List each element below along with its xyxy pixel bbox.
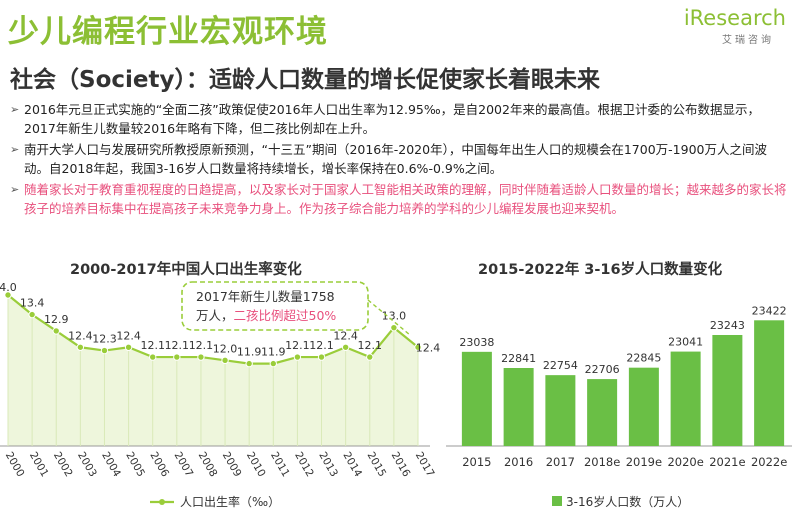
bar (545, 375, 576, 446)
data-label: 13.4 (20, 297, 45, 310)
data-point (221, 356, 229, 365)
x-tick-label: 2006 (147, 450, 171, 479)
data-label: 12.1 (165, 339, 190, 352)
data-point (197, 353, 205, 361)
data-label: 12.3 (92, 333, 117, 346)
bar-category-label: 2015 (462, 455, 491, 469)
x-tick-label: 2004 (99, 450, 123, 479)
bar-value-label: 23422 (752, 304, 787, 317)
data-point (293, 353, 302, 361)
bar-value-label: 23041 (668, 336, 703, 349)
data-point (52, 327, 60, 335)
x-tick-label: 2013 (316, 450, 340, 479)
x-tick-label: 2000 (3, 450, 27, 479)
data-point (28, 310, 36, 319)
data-point (317, 353, 326, 361)
data-label: 12.1 (189, 339, 214, 352)
bar (628, 367, 659, 446)
x-tick-label: 2008 (196, 450, 220, 479)
x-tick-label: 2011 (268, 450, 292, 479)
data-point (100, 346, 109, 355)
data-point (149, 353, 157, 361)
x-tick-label: 2001 (27, 450, 51, 479)
callout-line1: 2017年新生儿数量1758 (196, 289, 335, 304)
data-label: 12.0 (213, 342, 238, 355)
data-point (124, 343, 133, 351)
bar (503, 368, 534, 446)
bar-category-label: 2019e (626, 455, 662, 469)
bar-category-label: 2017 (546, 455, 575, 469)
bar-value-label: 22845 (626, 352, 661, 365)
x-tick-label: 2002 (51, 450, 75, 479)
bar-legend-swatch (552, 496, 562, 506)
data-label: 11.9 (261, 346, 286, 359)
bar-legend-label: 3-16岁人口数（万人） (566, 494, 689, 509)
bar (670, 351, 701, 446)
bar (587, 379, 618, 446)
bar-category-label: 2021e (709, 455, 745, 469)
x-tick-label: 2003 (75, 450, 99, 479)
bar-value-label: 22706 (585, 363, 620, 376)
x-tick-label: 2009 (220, 450, 244, 479)
data-label: 12.4 (416, 341, 441, 354)
bar (712, 334, 743, 446)
x-tick-label: 2014 (340, 450, 364, 479)
data-label: 12.4 (116, 329, 141, 342)
bar-value-label: 22754 (543, 359, 578, 372)
data-label: 12.4 (68, 329, 93, 342)
legend-marker (159, 499, 165, 505)
data-point (366, 353, 374, 361)
data-label: 12.4 (333, 329, 358, 342)
bar-category-label: 2022e (751, 455, 787, 469)
bar-category-label: 2016 (504, 455, 533, 469)
x-tick-label: 2012 (292, 450, 316, 479)
bar-value-label: 23038 (459, 336, 494, 349)
data-point (390, 323, 398, 332)
data-point (76, 343, 85, 351)
legend-label: 人口出生率（‰） (180, 494, 280, 509)
bar-category-label: 2020e (667, 455, 703, 469)
data-label: 12.1 (358, 339, 383, 352)
data-label: 13.0 (382, 310, 407, 323)
birth-rate-line-chart: 4.0 2000 13.4 2001 12.9 2002 12.4 2003 12.3 2004 1… (0, 281, 792, 509)
slide: 少儿编程行业宏观环境 iResearch 艾瑞咨询 社会（Society）：适龄… (0, 0, 800, 519)
data-label: 12.1 (285, 339, 310, 352)
callout-highlight: 二孩比例超过50% (234, 308, 337, 323)
bar-category-label: 2018e (584, 455, 620, 469)
data-label: 4.0 (0, 281, 17, 294)
data-point (341, 343, 350, 351)
x-tick-label: 2010 (244, 450, 268, 479)
bar-value-label: 22841 (501, 352, 536, 365)
data-label: 12.9 (44, 313, 69, 326)
callout-line2: 万人，二孩比例超过50% (196, 308, 336, 323)
x-tick-label: 2007 (172, 450, 196, 479)
x-tick-label: 2015 (364, 450, 388, 479)
bar-value-label: 23243 (710, 319, 745, 332)
callout-line2-text: 万人， (196, 308, 234, 323)
data-label: 12.1 (140, 339, 165, 352)
data-label: 12.1 (309, 339, 334, 352)
bar (461, 351, 492, 446)
data-point (245, 359, 253, 368)
x-tick-label: 2017 (413, 450, 437, 479)
data-label: 11.9 (237, 346, 262, 359)
bar (754, 320, 785, 446)
data-point (173, 353, 181, 361)
data-point (269, 359, 277, 368)
x-tick-label: 2005 (123, 450, 147, 479)
x-tick-label: 2016 (389, 450, 413, 479)
